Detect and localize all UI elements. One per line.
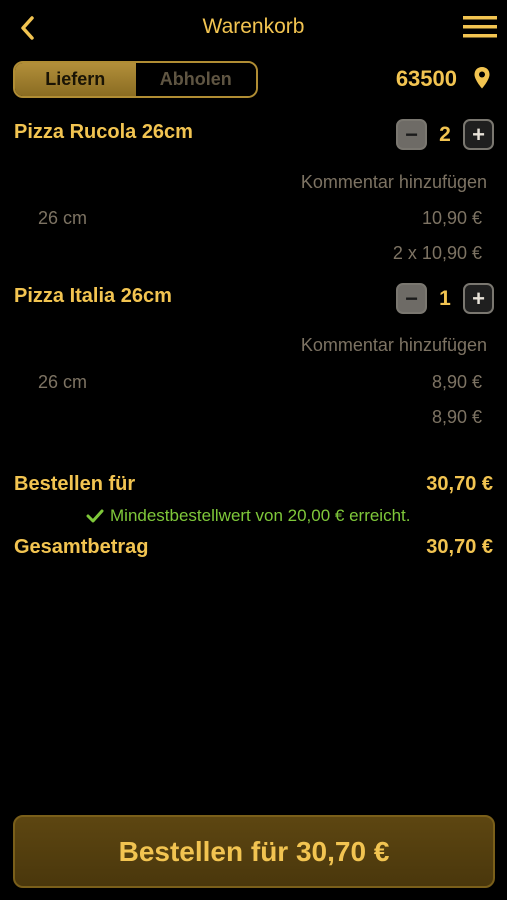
min-order-note: Mindestbestellwert von 20,00 € erreicht. [86, 506, 411, 526]
item-quantity: 1 [439, 287, 451, 310]
order-for-value: 30,70 € [426, 473, 493, 495]
map-pin-icon[interactable] [473, 66, 491, 90]
zip-code[interactable]: 63500 [396, 66, 457, 92]
item-unit-price: 8,90 € [431, 372, 482, 392]
min-order-text: Mindestbestellwert von 20,00 € erreicht. [110, 506, 411, 525]
page-title: Warenkorb [202, 15, 305, 38]
item-unit-price: 10,90 € [421, 208, 482, 228]
header: Warenkorb [0, 0, 507, 56]
decrease-qty-button[interactable]: − [396, 283, 427, 314]
item-name: Pizza Italia 26cm [14, 285, 172, 307]
item-variant: 26 cm [38, 372, 88, 392]
item-variant: 26 cm [38, 208, 88, 228]
total-value: 30,70 € [426, 536, 493, 558]
item-quantity: 2 [439, 123, 451, 146]
tab-liefern[interactable]: Liefern [15, 63, 136, 96]
item-line-total: 2 x 10,90 € [392, 243, 482, 263]
order-for-label: Bestellen für [14, 473, 136, 495]
total-label: Gesamtbetrag [14, 536, 149, 558]
item-line-total: 8,90 € [431, 407, 482, 427]
delivery-toggle: Liefern Abholen [13, 61, 258, 98]
order-button[interactable]: Bestellen für 30,70 € [13, 815, 495, 888]
add-comment-link[interactable]: Kommentar hinzufügen [301, 172, 487, 193]
item-name: Pizza Rucola 26cm [14, 121, 193, 143]
increase-qty-button[interactable]: + [463, 119, 494, 150]
add-comment-link[interactable]: Kommentar hinzufügen [301, 335, 487, 356]
decrease-qty-button[interactable]: − [396, 119, 427, 150]
increase-qty-button[interactable]: + [463, 283, 494, 314]
check-icon [86, 509, 104, 523]
hamburger-icon[interactable] [463, 14, 497, 40]
tab-abholen[interactable]: Abholen [135, 63, 256, 96]
